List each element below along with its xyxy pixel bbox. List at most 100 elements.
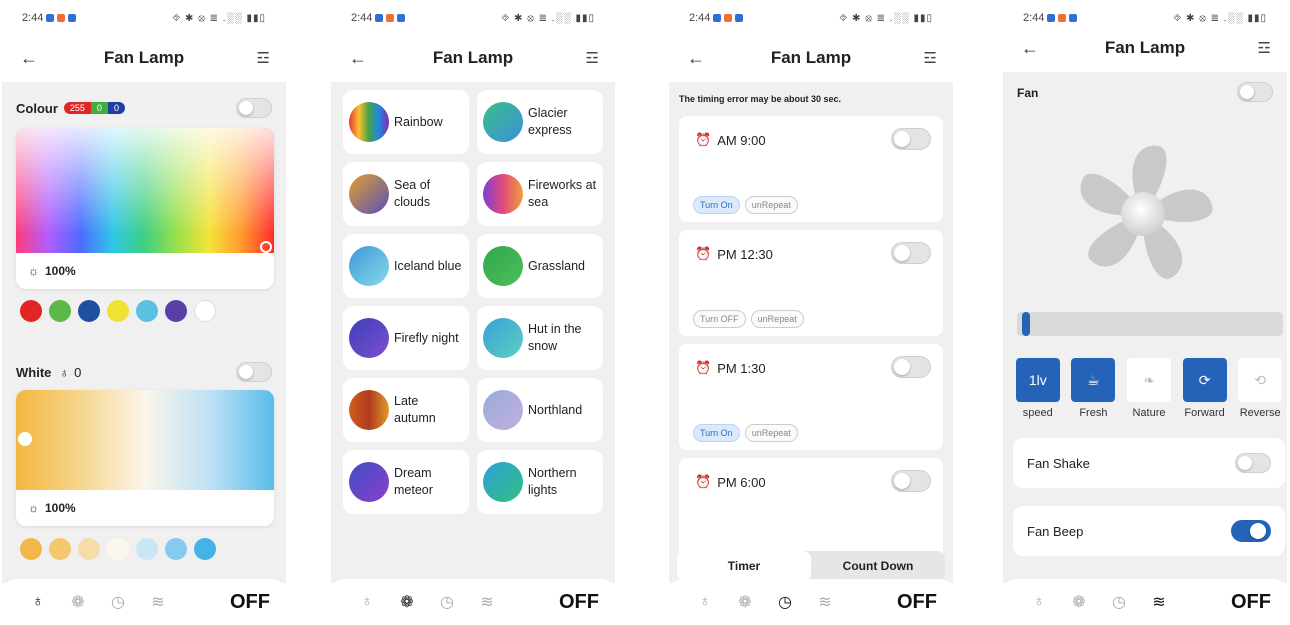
fan-icon[interactable]: ≋	[138, 592, 178, 612]
color-swatch[interactable]	[20, 538, 42, 560]
fan-mode-fresh-icon[interactable]: ☕	[1071, 358, 1116, 402]
scene-name: Late autumn	[394, 394, 436, 425]
fan-mode-forward-icon[interactable]: ⟳	[1182, 358, 1227, 402]
scene-card[interactable]: Iceland blue	[343, 234, 469, 298]
white-toggle[interactable]	[236, 362, 272, 382]
fan-speed-handle[interactable]	[1022, 312, 1031, 336]
fan-speed-slider[interactable]	[1017, 312, 1283, 336]
timer-toggle[interactable]	[891, 128, 931, 150]
fan-toggle[interactable]	[1237, 82, 1273, 102]
color-swatch[interactable]	[49, 300, 71, 322]
timer-item[interactable]: ⏰ PM 1:30 Turn On unRepeat	[679, 344, 943, 450]
scene-card[interactable]: Grassland	[477, 234, 603, 298]
timer-content: The timing error may be about 30 sec. ⏰ A…	[669, 82, 953, 583]
fan-mode-forward[interactable]: ⟳ Forward	[1178, 358, 1232, 419]
timer-icon[interactable]: ◷	[427, 592, 467, 612]
power-off-button[interactable]: OFF	[230, 591, 270, 614]
palette-icon[interactable]: ❁	[1059, 592, 1099, 612]
color-swatch[interactable]	[136, 300, 158, 322]
back-arrow-icon[interactable]: ←	[349, 48, 367, 69]
scene-card[interactable]: Dream meteor	[343, 450, 469, 514]
bulb-icon[interactable]: ♁	[18, 593, 58, 611]
fan-icon[interactable]: ≋	[805, 592, 845, 612]
alarm-clock-icon: ⏰	[695, 246, 712, 261]
power-off-button[interactable]: OFF	[1231, 591, 1271, 614]
timer-toggle[interactable]	[891, 242, 931, 264]
bulb-icon[interactable]: ♁	[685, 593, 725, 611]
color-swatch[interactable]	[20, 300, 42, 322]
color-spectrum[interactable]	[16, 128, 274, 253]
palette-icon[interactable]: ❁	[725, 592, 765, 612]
timer-toggle[interactable]	[891, 470, 931, 492]
color-swatch[interactable]	[136, 538, 158, 560]
color-swatch[interactable]	[78, 538, 100, 560]
timer-icon[interactable]: ◷	[765, 592, 805, 612]
fan-mode-nature-icon[interactable]: ❧	[1126, 358, 1171, 402]
fan-shake-row: Fan Shake	[1013, 438, 1285, 488]
settings-sliders-icon[interactable]: ☲	[1258, 39, 1271, 57]
power-off-button[interactable]: OFF	[559, 591, 599, 614]
white-brightness[interactable]: ☼ 100%	[16, 490, 274, 526]
timer-chips: Turn OFF unRepeat	[693, 310, 804, 328]
scene-card[interactable]: Fireworks at sea	[477, 162, 603, 226]
timer-item[interactable]: ⏰ PM 12:30 Turn OFF unRepeat	[679, 230, 943, 336]
palette-icon[interactable]: ❁	[58, 592, 98, 612]
colour-brightness[interactable]: ☼ 100%	[16, 253, 274, 289]
color-swatch[interactable]	[107, 538, 129, 560]
fan-mode-fresh[interactable]: ☕ Fresh	[1067, 358, 1121, 419]
timer-icon[interactable]: ◷	[98, 592, 138, 612]
scene-card[interactable]: Glacier express	[477, 90, 603, 154]
color-swatch[interactable]	[165, 300, 187, 322]
tab-timer[interactable]: Timer	[677, 551, 811, 581]
fan-mode-reverse-icon[interactable]: ⟲	[1238, 358, 1283, 402]
scene-card[interactable]: Rainbow	[343, 90, 469, 154]
fan-shake-toggle[interactable]	[1235, 453, 1271, 473]
status-time: 2:44	[351, 12, 373, 24]
fan-mode-nature[interactable]: ❧ Nature	[1122, 358, 1176, 419]
colour-toggle[interactable]	[236, 98, 272, 118]
temperature-handle[interactable]	[18, 432, 32, 446]
settings-sliders-icon[interactable]: ☲	[586, 49, 599, 67]
fan-beep-label: Fan Beep	[1027, 523, 1084, 539]
white-temperature-bar[interactable]	[16, 390, 274, 490]
fan-icon[interactable]: ≋	[467, 592, 507, 612]
scene-card[interactable]: Northern lights	[477, 450, 603, 514]
status-bar: 2:44 ⯑ ✱ ⦻ ≣ .░░ ▮▮▯	[1023, 10, 1267, 26]
color-swatch[interactable]	[194, 300, 216, 322]
back-arrow-icon[interactable]: ←	[687, 48, 705, 69]
timer-icon[interactable]: ◷	[1099, 592, 1139, 612]
scene-card[interactable]: Hut in the snow	[477, 306, 603, 370]
fan-mode-speed-icon[interactable]: 1lv	[1015, 358, 1060, 402]
settings-sliders-icon[interactable]: ☲	[924, 49, 937, 67]
bulb-icon[interactable]: ♁	[1019, 593, 1059, 611]
scene-name: Iceland blue	[394, 258, 462, 273]
tab-countdown[interactable]: Count Down	[811, 551, 945, 581]
spectrum-handle[interactable]	[260, 241, 272, 253]
settings-sliders-icon[interactable]: ☲	[257, 49, 270, 67]
scene-card[interactable]: Late autumn	[343, 378, 469, 442]
white-swatches	[20, 538, 216, 560]
timer-item[interactable]: ⏰ AM 9:00 Turn On unRepeat	[679, 116, 943, 222]
back-arrow-icon[interactable]: ←	[1021, 38, 1039, 59]
scene-name: Hut in the snow	[528, 322, 582, 353]
color-swatch[interactable]	[194, 538, 216, 560]
fan-mode-speed[interactable]: 1lv speed	[1011, 358, 1065, 419]
color-swatch[interactable]	[165, 538, 187, 560]
sun-icon: ☼	[28, 264, 39, 278]
scene-card[interactable]: Firefly night	[343, 306, 469, 370]
back-arrow-icon[interactable]: ←	[20, 48, 38, 69]
bulb-icon[interactable]: ♁	[347, 593, 387, 611]
power-off-button[interactable]: OFF	[897, 591, 937, 614]
color-swatch[interactable]	[107, 300, 129, 322]
fan-icon[interactable]: ≋	[1139, 592, 1179, 612]
scene-card[interactable]: Northland	[477, 378, 603, 442]
color-swatch[interactable]	[78, 300, 100, 322]
timer-chips: Turn On unRepeat	[693, 424, 798, 442]
timer-item[interactable]: ⏰ PM 6:00	[679, 458, 943, 564]
color-swatch[interactable]	[49, 538, 71, 560]
scene-card[interactable]: Sea of clouds	[343, 162, 469, 226]
fan-beep-toggle[interactable]	[1231, 520, 1271, 542]
palette-icon[interactable]: ❁	[387, 592, 427, 612]
fan-mode-reverse[interactable]: ⟲ Reverse	[1233, 358, 1287, 419]
timer-toggle[interactable]	[891, 356, 931, 378]
